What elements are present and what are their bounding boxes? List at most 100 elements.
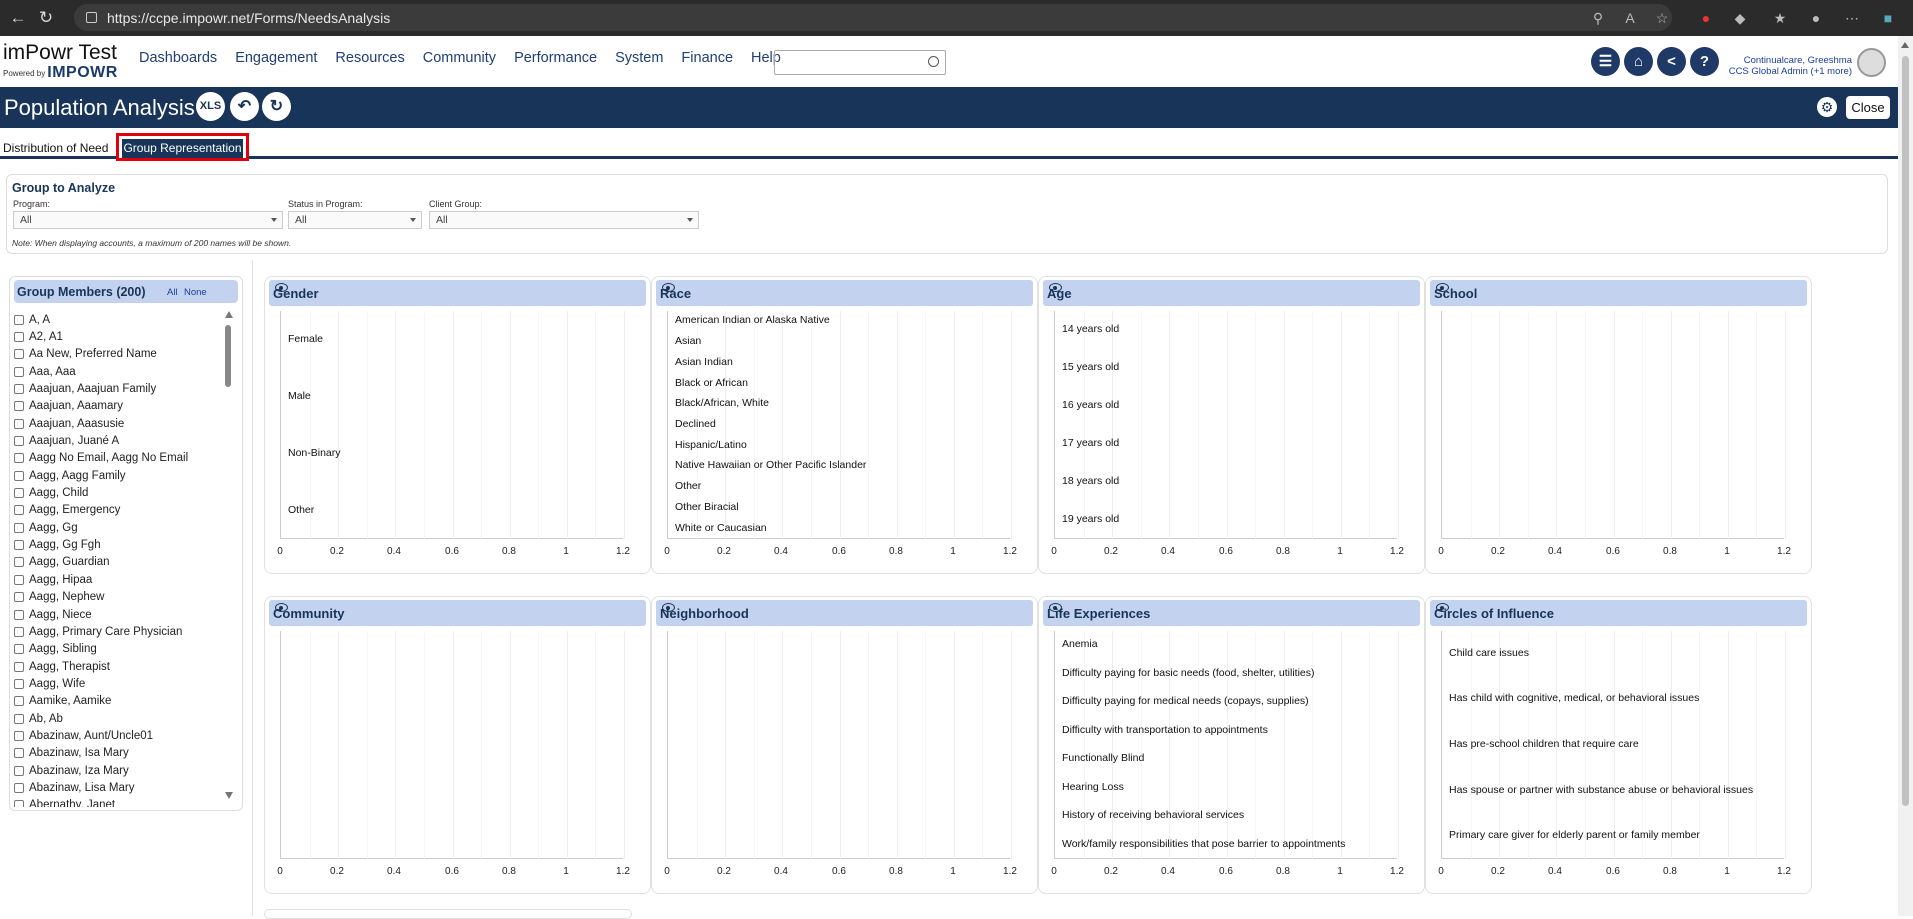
avatar[interactable]: [1857, 48, 1886, 77]
eye-icon[interactable]: [275, 603, 288, 612]
member-checkbox[interactable]: [14, 661, 24, 672]
member-checkbox[interactable]: [14, 436, 24, 447]
member-checkbox[interactable]: [14, 782, 24, 793]
member-checkbox[interactable]: [14, 505, 24, 516]
list-item[interactable]: Aagg, Therapist: [14, 658, 224, 675]
favorite-icon[interactable]: ☆: [1652, 8, 1672, 28]
refresh-button[interactable]: ↻: [262, 92, 291, 121]
list-item[interactable]: Aagg, Wife: [14, 675, 224, 692]
member-checkbox[interactable]: [14, 748, 24, 759]
list-item[interactable]: Aaa, Aaa: [14, 363, 224, 380]
eye-icon[interactable]: [1049, 603, 1062, 612]
list-item[interactable]: Aaajuan, Aaamary: [14, 398, 224, 415]
client-group-select[interactable]: All: [429, 211, 699, 229]
member-checkbox[interactable]: [14, 470, 24, 481]
eye-icon[interactable]: [1436, 603, 1449, 612]
tab-group-representation[interactable]: Group Representation: [116, 133, 249, 161]
member-checkbox[interactable]: [14, 574, 24, 585]
list-item[interactable]: Aagg, Gg: [14, 519, 224, 536]
list-item[interactable]: Aagg, Primary Care Physician: [14, 623, 224, 640]
member-checkbox[interactable]: [14, 730, 24, 741]
member-checkbox[interactable]: [14, 713, 24, 724]
list-item[interactable]: Aaajuan, Aaajuan Family: [14, 380, 224, 397]
member-checkbox[interactable]: [14, 332, 24, 343]
list-item[interactable]: Abazinaw, Aunt/Uncle01: [14, 727, 224, 744]
close-button[interactable]: Close: [1846, 96, 1890, 119]
back-icon[interactable]: ←: [8, 8, 28, 28]
back-button[interactable]: ↶: [230, 92, 259, 121]
nav-resources[interactable]: Resources: [335, 50, 404, 66]
tab-distribution-of-need[interactable]: Distribution of Need: [3, 141, 108, 155]
member-checkbox[interactable]: [14, 800, 24, 807]
member-checkbox[interactable]: [14, 678, 24, 689]
puzzle-icon[interactable]: ◆: [1730, 8, 1750, 28]
member-checkbox[interactable]: [14, 488, 24, 499]
member-checkbox[interactable]: [14, 557, 24, 568]
address-bar[interactable]: https://ccpe.impowr.net/Forms/NeedsAnaly…: [74, 4, 1672, 31]
brand-logo[interactable]: imPowr Test Powered by IMPOWR: [3, 42, 118, 82]
select-all-link[interactable]: All: [167, 287, 178, 298]
nav-performance[interactable]: Performance: [514, 50, 597, 66]
home-icon[interactable]: ⌂: [1624, 47, 1653, 76]
list-item[interactable]: Aagg, Emergency: [14, 502, 224, 519]
member-checkbox[interactable]: [14, 609, 24, 620]
scroll-thumb[interactable]: [225, 325, 231, 387]
eye-icon[interactable]: [662, 603, 675, 612]
list-icon[interactable]: ☰: [1591, 47, 1620, 76]
nav-community[interactable]: Community: [423, 50, 496, 66]
refresh-icon[interactable]: ↻: [36, 8, 56, 28]
member-checkbox[interactable]: [14, 522, 24, 533]
nav-system[interactable]: System: [615, 50, 663, 66]
eye-icon[interactable]: [1049, 283, 1062, 292]
program-select[interactable]: All: [13, 211, 283, 229]
profile-icon[interactable]: ●: [1806, 8, 1826, 28]
list-item[interactable]: Aagg, Gg Fgh: [14, 536, 224, 553]
list-item[interactable]: Abernathy, Janet: [14, 797, 224, 807]
eye-icon[interactable]: [662, 283, 675, 292]
gear-icon[interactable]: ⚙: [1817, 97, 1837, 117]
list-item[interactable]: Aagg, Hipaa: [14, 571, 224, 588]
list-item[interactable]: A, A: [14, 311, 224, 328]
list-item[interactable]: Aaajuan, Aaasusie: [14, 415, 224, 432]
eye-icon[interactable]: [1436, 283, 1449, 292]
member-checkbox[interactable]: [14, 366, 24, 377]
help-icon[interactable]: ?: [1690, 47, 1719, 76]
page-scrollbar[interactable]: [1898, 36, 1913, 916]
status-select[interactable]: All: [288, 211, 422, 229]
list-item[interactable]: Aagg, Nephew: [14, 589, 224, 606]
list-item[interactable]: Aagg, Sibling: [14, 641, 224, 658]
list-item[interactable]: Aagg, Aagg Family: [14, 467, 224, 484]
member-checkbox[interactable]: [14, 696, 24, 707]
nav-dashboards[interactable]: Dashboards: [139, 50, 217, 66]
list-item[interactable]: Abazinaw, Iza Mary: [14, 762, 224, 779]
list-item[interactable]: Aamike, Aamike: [14, 693, 224, 710]
list-item[interactable]: Abazinaw, Lisa Mary: [14, 779, 224, 796]
scroll-thumb[interactable]: [1902, 56, 1909, 806]
members-scrollbar[interactable]: [223, 311, 235, 799]
nav-finance[interactable]: Finance: [681, 50, 733, 66]
member-checkbox[interactable]: [14, 644, 24, 655]
scroll-up-icon[interactable]: [1901, 42, 1909, 48]
scroll-down-icon[interactable]: [225, 792, 233, 799]
search-input[interactable]: [774, 50, 946, 75]
list-item[interactable]: Aa New, Preferred Name: [14, 346, 224, 363]
member-checkbox[interactable]: [14, 540, 24, 551]
favorites-icon[interactable]: ★: [1770, 8, 1790, 28]
list-item[interactable]: Aaajuan, Juané A: [14, 432, 224, 449]
scroll-up-icon[interactable]: [225, 311, 233, 318]
select-none-link[interactable]: None: [184, 287, 207, 298]
list-item[interactable]: Aagg, Niece: [14, 606, 224, 623]
member-checkbox[interactable]: [14, 401, 24, 412]
user-info[interactable]: Continualcare, Greeshma CCS Global Admin…: [1720, 55, 1852, 77]
member-checkbox[interactable]: [14, 453, 24, 464]
member-checkbox[interactable]: [14, 418, 24, 429]
member-checkbox[interactable]: [14, 314, 24, 325]
copilot-icon[interactable]: ■: [1878, 8, 1898, 28]
member-checkbox[interactable]: [14, 626, 24, 637]
read-aloud-icon[interactable]: A: [1620, 8, 1640, 28]
nav-engagement[interactable]: Engagement: [235, 50, 317, 66]
member-checkbox[interactable]: [14, 384, 24, 395]
list-item[interactable]: Aagg No Email, Aagg No Email: [14, 450, 224, 467]
list-item[interactable]: Aagg, Guardian: [14, 554, 224, 571]
zoom-icon[interactable]: ⚲: [1588, 8, 1608, 28]
